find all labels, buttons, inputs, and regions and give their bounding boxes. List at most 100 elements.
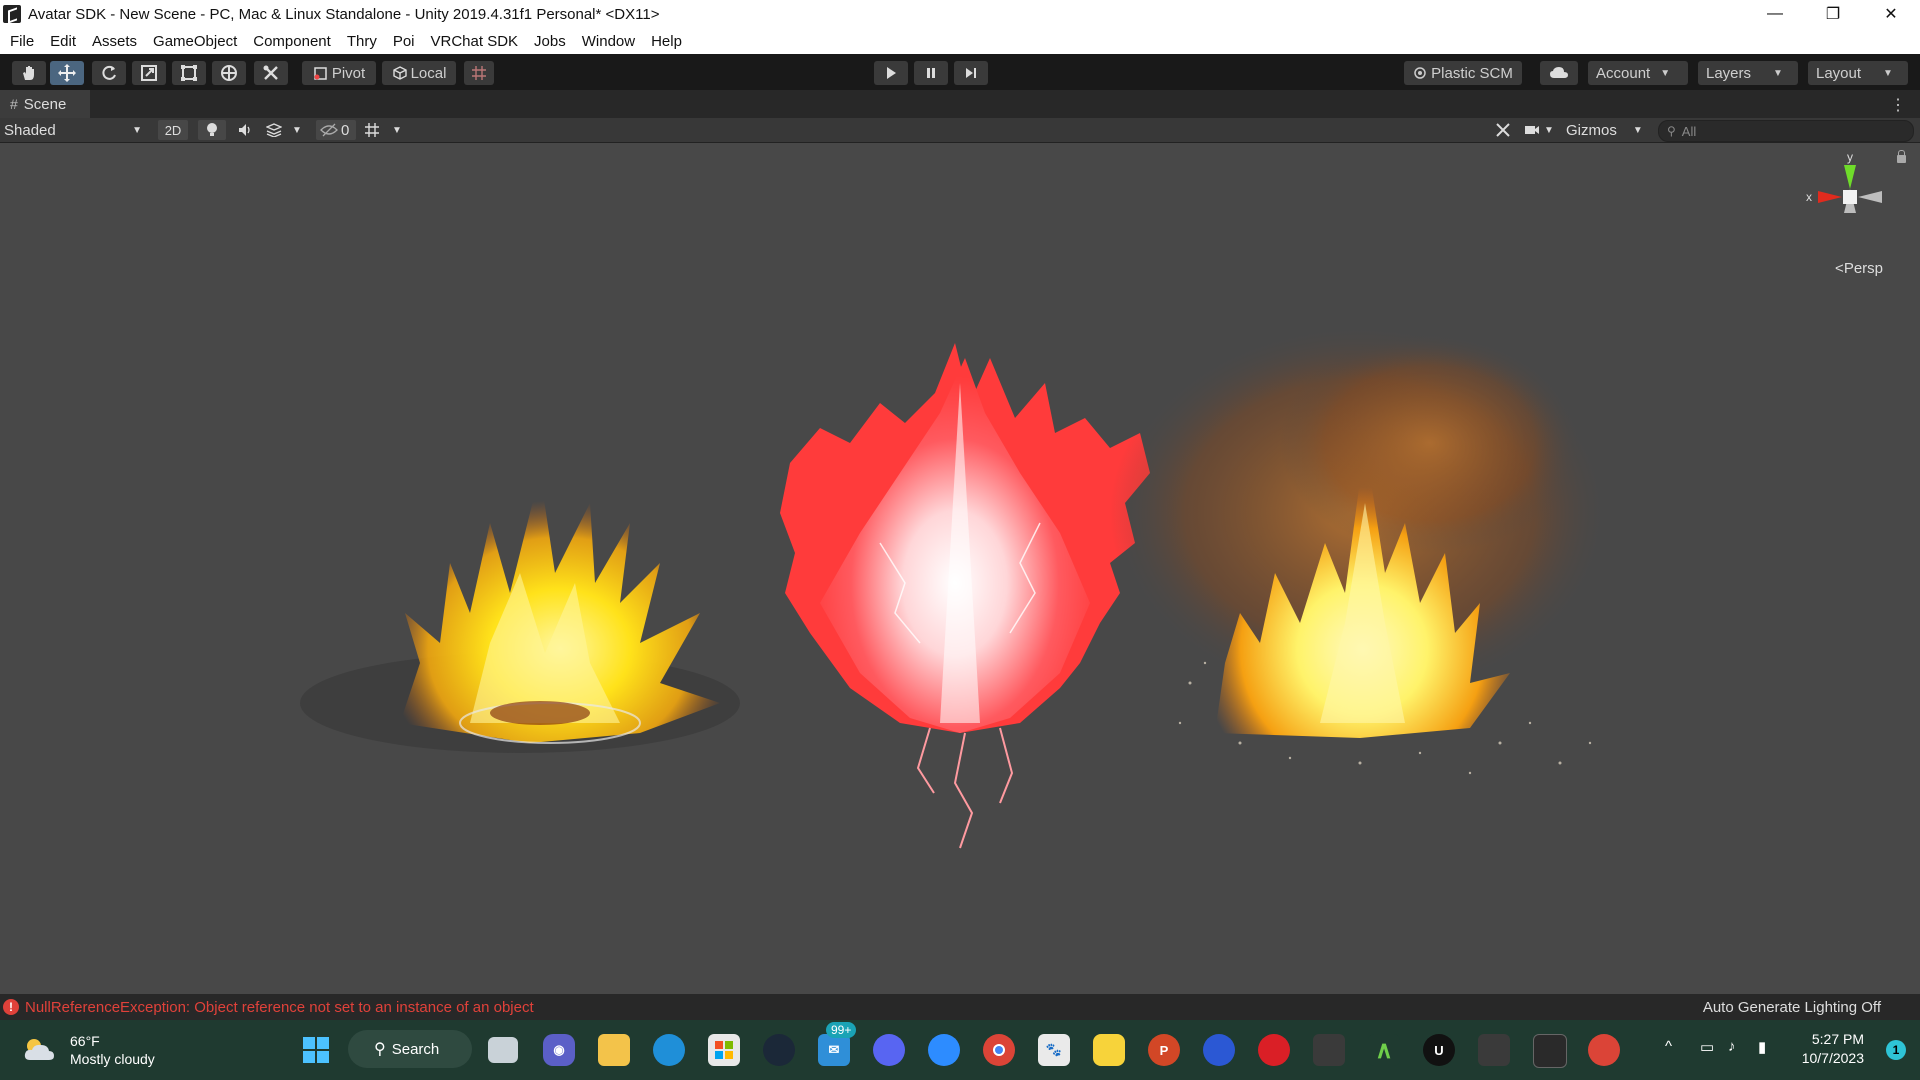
layers-label: Layers	[1706, 64, 1752, 82]
microsoft-store-icon[interactable]	[708, 1034, 740, 1066]
menu-assets[interactable]: Assets	[84, 33, 145, 50]
step-button[interactable]	[954, 61, 988, 85]
taskbar-clock[interactable]: 5:27 PM 10/7/2023	[1802, 1030, 1864, 1068]
teams-chat-icon[interactable]: ◉	[543, 1034, 575, 1066]
unity-hub-icon[interactable]	[1313, 1034, 1345, 1066]
grid-snap-button[interactable]	[464, 61, 494, 85]
pivot-button[interactable]: Pivot	[302, 61, 376, 85]
restore-button[interactable]: ❐	[1804, 0, 1862, 28]
panel-tab-bar: # Scene ⋮	[0, 90, 1920, 118]
hidden-objects-toggle[interactable]: 0	[316, 120, 356, 140]
camera-dropdown[interactable]: ▼	[1524, 120, 1560, 140]
lock-icon[interactable]	[1897, 150, 1906, 163]
hand-tool-button[interactable]	[12, 61, 46, 85]
file-explorer-icon[interactable]	[598, 1034, 630, 1066]
orange-fire-smoke-aura[interactable]	[1110, 323, 1610, 775]
move-tool-button[interactable]	[50, 61, 84, 85]
local-button[interactable]: Local	[382, 61, 456, 85]
transform-tool-button[interactable]	[212, 61, 246, 85]
steam-icon[interactable]	[763, 1034, 795, 1066]
package-app-icon[interactable]	[1478, 1034, 1510, 1066]
cat-app-icon[interactable]: 🐾	[1038, 1034, 1070, 1066]
pivot-icon	[314, 67, 327, 80]
gizmo-x-axis-cone[interactable]	[1818, 191, 1842, 203]
taskbar-search[interactable]: ⚲ Search	[348, 1030, 472, 1068]
red-lightning-aura[interactable]	[780, 343, 1150, 849]
eye-slash-icon	[320, 123, 338, 137]
draw-mode-dropdown[interactable]: Shaded ▼	[4, 120, 148, 140]
mail-unread-badge: 99+	[826, 1022, 857, 1038]
menu-gameobject[interactable]: GameObject	[145, 33, 245, 50]
menu-file[interactable]: File	[0, 33, 42, 50]
show-hidden-icons-chevron-icon[interactable]: ^	[1665, 1038, 1672, 1055]
effects-dropdown[interactable]: ▼	[266, 120, 306, 140]
grid-snap-icon	[472, 66, 486, 80]
battery-icon[interactable]: ▮	[1758, 1038, 1766, 1056]
task-view-icon[interactable]	[488, 1037, 518, 1063]
custom-tool-button[interactable]	[254, 61, 288, 85]
draw-mode-label: Shaded	[4, 121, 56, 139]
menu-thry[interactable]: Thry	[339, 33, 385, 50]
audio-toggle[interactable]	[234, 120, 258, 140]
menu-window[interactable]: Window	[574, 33, 643, 50]
weather-widget[interactable]: 66°F Mostly cloudy	[22, 1032, 155, 1068]
play-button[interactable]	[874, 61, 908, 85]
grid-dropdown[interactable]: ▼	[364, 120, 410, 140]
volume-icon[interactable]: ♪	[1728, 1038, 1736, 1055]
weather-temp: 66°F	[70, 1033, 100, 1049]
headset-app-icon[interactable]	[1203, 1034, 1235, 1066]
hierarchy-search-input[interactable]: ⚲ All	[1658, 120, 1914, 142]
layout-label: Layout	[1816, 64, 1862, 82]
perspective-toggle[interactable]: <Persp	[1835, 260, 1883, 277]
menu-poi[interactable]: Poi	[385, 33, 423, 50]
yellow-flame-aura[interactable]	[300, 473, 740, 753]
close-button[interactable]: ✕	[1862, 0, 1920, 28]
start-button[interactable]	[300, 1034, 332, 1066]
gizmo-neg-x-axis-cone[interactable]	[1858, 191, 1882, 203]
kebab-menu-icon[interactable]: ⋮	[1890, 95, 1906, 115]
menu-vrchat-sdk[interactable]: VRChat SDK	[423, 33, 527, 50]
minimize-button[interactable]: —	[1746, 0, 1804, 28]
chrome-profile-icon[interactable]	[1588, 1034, 1620, 1066]
display-icon[interactable]: ▭	[1700, 1038, 1714, 1056]
menu-component[interactable]: Component	[245, 33, 339, 50]
menu-jobs[interactable]: Jobs	[526, 33, 574, 50]
plastic-scm-label: Plastic SCM	[1431, 64, 1513, 82]
gizmo-center-cube[interactable]	[1843, 190, 1857, 204]
chrome-icon[interactable]	[983, 1034, 1015, 1066]
menu-edit[interactable]: Edit	[42, 33, 84, 50]
title-bar: Avatar SDK - New Scene - PC, Mac & Linux…	[0, 0, 1920, 28]
menu-help[interactable]: Help	[643, 33, 690, 50]
cloud-button[interactable]	[1540, 61, 1578, 85]
rotate-tool-button[interactable]	[92, 61, 126, 85]
chevron-down-icon: ▼	[132, 124, 142, 136]
gizmos-dropdown[interactable]: Gizmos ▼	[1566, 120, 1650, 140]
sticky-notes-icon[interactable]	[1093, 1034, 1125, 1066]
blender-like-app-icon[interactable]: ∧	[1368, 1034, 1400, 1066]
chevron-down-icon: ▼	[392, 124, 402, 136]
notification-count-badge[interactable]: 1	[1886, 1040, 1906, 1060]
layout-dropdown[interactable]: Layout ▼	[1808, 61, 1908, 85]
unity-editor-icon[interactable]	[1533, 1034, 1567, 1068]
zoom-icon[interactable]	[928, 1034, 960, 1066]
scene-viewport[interactable]: y x <Persp	[0, 143, 1920, 994]
unreal-engine-icon[interactable]: U	[1423, 1034, 1455, 1066]
lighting-toggle[interactable]	[198, 120, 226, 140]
console-error-message[interactable]: NullReferenceException: Object reference…	[25, 999, 534, 1016]
2d-toggle[interactable]: 2D	[158, 120, 188, 140]
scene-tools-button[interactable]	[1490, 120, 1516, 140]
account-dropdown[interactable]: Account ▼	[1588, 61, 1688, 85]
mail-icon[interactable]: ✉	[818, 1034, 850, 1066]
rect-tool-button[interactable]	[172, 61, 206, 85]
creative-cloud-icon[interactable]	[1258, 1034, 1290, 1066]
pause-button[interactable]	[914, 61, 948, 85]
edge-browser-icon[interactable]	[653, 1034, 685, 1066]
gizmo-y-axis-cone[interactable]	[1844, 165, 1856, 189]
discord-icon[interactable]	[873, 1034, 905, 1066]
powerpoint-icon[interactable]: P	[1148, 1034, 1180, 1066]
plastic-scm-button[interactable]: Plastic SCM	[1404, 61, 1522, 85]
tab-scene[interactable]: # Scene	[0, 90, 90, 118]
layers-dropdown[interactable]: Layers ▼	[1698, 61, 1798, 85]
scale-tool-button[interactable]	[132, 61, 166, 85]
lighting-status[interactable]: Auto Generate Lighting Off	[1703, 999, 1881, 1016]
